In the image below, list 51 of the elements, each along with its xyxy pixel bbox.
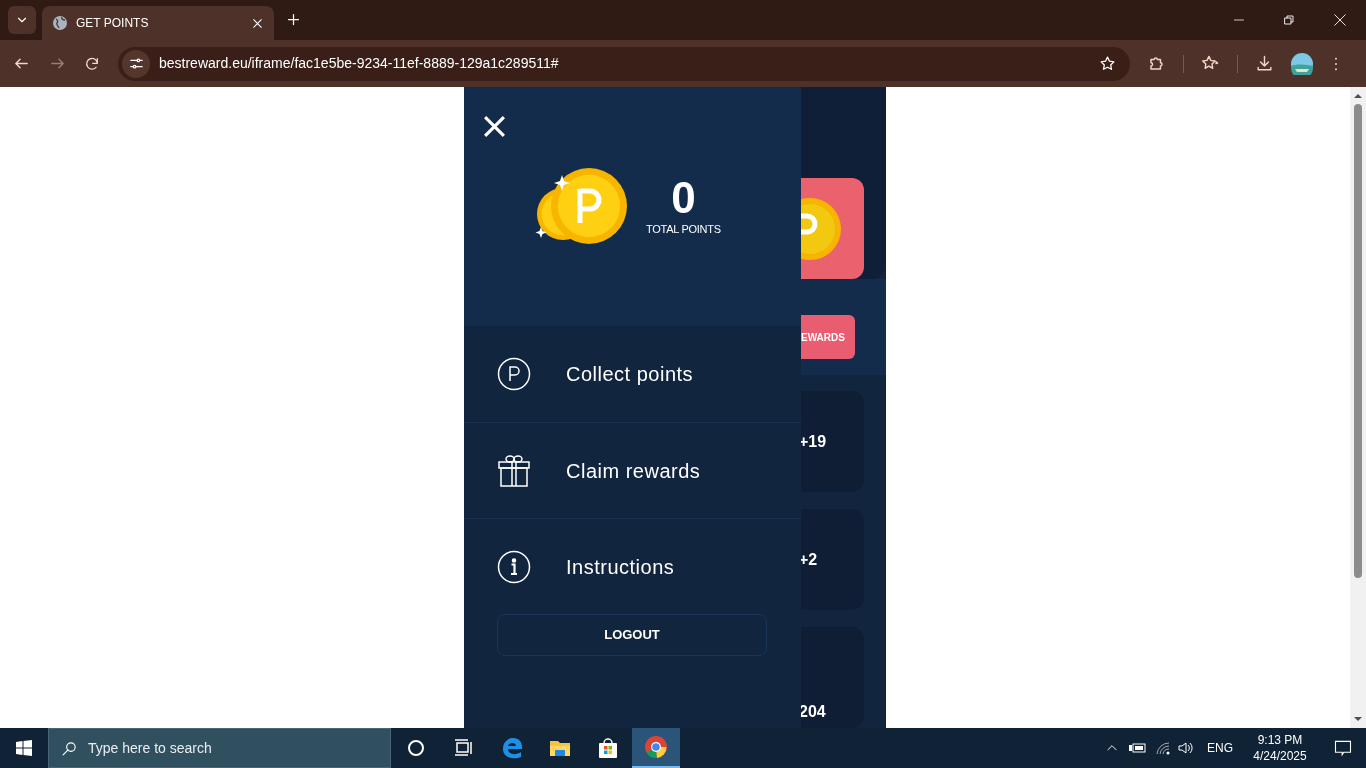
scroll-up-icon[interactable] <box>1354 92 1362 100</box>
profile-avatar[interactable] <box>1291 52 1313 75</box>
info-icon <box>497 549 531 584</box>
close-tab-icon[interactable] <box>251 16 264 30</box>
new-tab-icon[interactable] <box>286 12 301 27</box>
logout-button[interactable]: LOGOUT <box>497 614 767 656</box>
taskbar-search-field[interactable]: Type here to search <box>48 728 391 768</box>
tab-search-button[interactable] <box>8 6 36 34</box>
notifications-icon[interactable] <box>1333 738 1353 758</box>
circle-icon <box>407 739 425 757</box>
browser-tab[interactable]: GET POINTS <box>42 6 274 40</box>
scrollbar[interactable] <box>1350 87 1366 728</box>
points-value: 0 <box>671 174 696 221</box>
points-label: TOTAL POINTS <box>646 221 721 237</box>
scroll-down-icon[interactable] <box>1354 715 1362 723</box>
points-icon <box>497 357 531 391</box>
clock-date[interactable]: 4/24/2025 <box>1253 748 1307 764</box>
menu-item-label: Claim rewards <box>566 458 701 484</box>
language-indicator[interactable]: ENG <box>1207 739 1233 757</box>
browser-e-icon <box>501 737 523 759</box>
gift-icon <box>497 453 531 488</box>
shopping-bag-icon <box>597 737 619 759</box>
bookmark-star-icon[interactable] <box>1099 55 1116 72</box>
extensions-icon[interactable] <box>1147 54 1166 73</box>
volume-icon[interactable] <box>1178 741 1194 755</box>
close-window-icon[interactable] <box>1333 13 1347 27</box>
url-text: bestreward.eu/iframe/fac1e5be-9234-11ef-8889-129a1c289511# <box>159 54 560 73</box>
wifi-icon[interactable] <box>1156 741 1171 755</box>
address-bar[interactable]: bestreward.eu/iframe/fac1e5be-9234-11ef-8889-129a1c289511# <box>118 46 1130 81</box>
menu-item[interactable]: Collect points <box>464 326 801 422</box>
download-icon[interactable] <box>1255 54 1274 73</box>
reward-card[interactable]: 204 <box>801 627 864 728</box>
restore-icon[interactable] <box>1283 14 1295 26</box>
windows-icon <box>16 740 32 756</box>
tab-title: GET POINTS <box>76 15 150 32</box>
reload-icon[interactable] <box>84 55 100 72</box>
close-icon[interactable] <box>482 114 507 139</box>
battery-icon[interactable] <box>1129 742 1146 754</box>
globe-icon <box>52 15 68 31</box>
menu-item-label: Collect points <box>566 362 694 387</box>
folder-icon <box>549 738 571 758</box>
search-icon <box>61 739 78 757</box>
coin-icon <box>801 197 841 260</box>
task-view-icon <box>454 739 474 757</box>
reward-card[interactable]: +19 <box>801 391 864 492</box>
site-settings-icon[interactable] <box>122 49 150 78</box>
reward-card[interactable]: +2 <box>801 509 864 610</box>
chrome-icon <box>644 735 668 759</box>
menu-item[interactable]: Claim rewards <box>464 422 801 518</box>
clock-time[interactable]: 9:13 PM <box>1257 732 1303 748</box>
menu-item-label: Instructions <box>566 554 675 580</box>
